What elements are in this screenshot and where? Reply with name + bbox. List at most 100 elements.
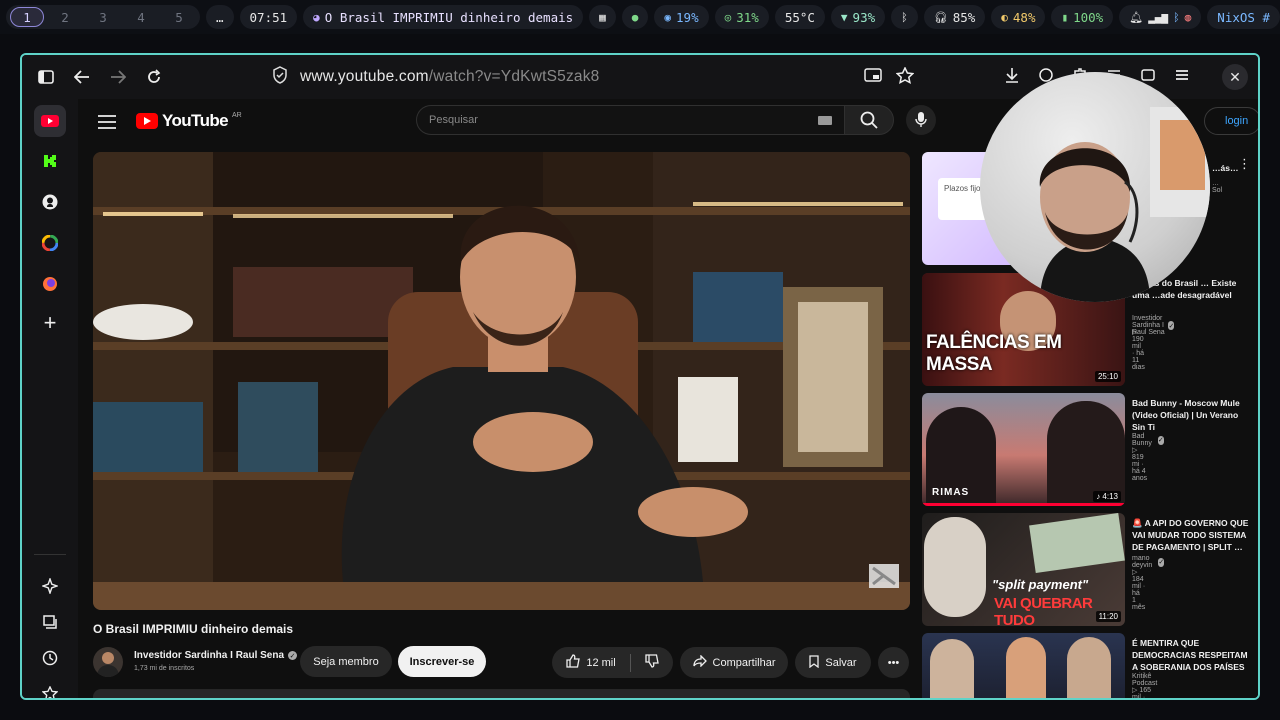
keyboard-icon[interactable] xyxy=(818,115,832,125)
screen-icon-pill[interactable]: ▦ xyxy=(589,5,616,29)
recommendation-channel[interactable]: Bad Bunny ✓ xyxy=(1132,433,1164,447)
leaf-icon: ● xyxy=(631,10,639,24)
recommendation-title[interactable]: É MENTIRA QUE DEMOCRACIAS RESPEITAM A SO… xyxy=(1132,637,1250,673)
workspace-3[interactable]: 3 xyxy=(86,7,120,27)
ram-usage: ◎ 31% xyxy=(714,5,769,29)
cpu-value: 19% xyxy=(676,9,699,25)
subscriber-count: 1,73 mi de inscritos xyxy=(134,665,195,672)
shield-icon[interactable] xyxy=(272,65,288,89)
hamburger-menu-icon[interactable] xyxy=(1174,67,1190,88)
kick-icon[interactable] xyxy=(34,145,66,177)
signal-icon[interactable]: ▂▄▆ xyxy=(1148,11,1168,24)
thumbnail-text: Plazos fijo xyxy=(944,184,981,193)
description-box[interactable] xyxy=(93,689,910,698)
recommendation-channel[interactable]: Kritikê Podcast xyxy=(1132,673,1157,687)
webcam-feed xyxy=(1039,107,1210,302)
headphones-volume[interactable]: 🎧︎ 85% xyxy=(923,5,986,29)
battery-icon: ▮ xyxy=(1061,10,1069,24)
clock-history-icon[interactable] xyxy=(34,642,66,674)
firefox-icon[interactable] xyxy=(34,268,66,300)
close-window-icon[interactable]: ✕ xyxy=(1222,64,1248,90)
battery: ▮ 100% xyxy=(1051,5,1114,29)
media-player[interactable]: ◕ O Brasil IMPRIMIU dinheiro demais xyxy=(303,5,584,29)
youtube-logo[interactable]: YouTube AR xyxy=(136,111,242,131)
brightness-value: 48% xyxy=(1012,9,1036,25)
kebab-menu-icon[interactable]: ⋮ xyxy=(1238,156,1251,172)
share-icon xyxy=(692,654,707,670)
channel-name[interactable]: Investidor Sardinha I Raul Sena ✓ xyxy=(134,650,298,661)
bell-icon[interactable]: 🔔︎ xyxy=(1129,11,1143,24)
recommendation-channel[interactable]: …Sol xyxy=(1212,180,1222,194)
channel-avatar[interactable] xyxy=(93,647,123,677)
url-text[interactable]: www.youtube.com/watch?v=YdKwtS5zak8 xyxy=(300,68,600,86)
save-button[interactable]: Salvar xyxy=(795,647,871,678)
google-icon[interactable] xyxy=(34,227,66,259)
back-icon[interactable] xyxy=(64,59,100,95)
ai-sparkle-icon[interactable] xyxy=(34,570,66,602)
workspace-5[interactable]: 5 xyxy=(162,7,196,27)
thumbs-up-icon[interactable] xyxy=(566,654,581,671)
add-panel-icon[interactable]: + xyxy=(34,307,66,339)
recommendation-title[interactable]: 🚨 A API DO GOVERNO QUE VAI MUDAR TODO SI… xyxy=(1132,517,1250,553)
workspace-2[interactable]: 2 xyxy=(48,7,82,27)
github-icon[interactable] xyxy=(34,186,66,218)
join-button-label: Seja membro xyxy=(313,655,379,668)
recommendation-title[interactable]: Bad Bunny - Moscow Mule (Video Oficial) … xyxy=(1132,397,1250,433)
save-button-label: Salvar xyxy=(825,656,857,669)
join-button[interactable]: Seja membro xyxy=(300,646,392,677)
cpu-usage: ◉ 19% xyxy=(654,5,709,29)
video-duration: 11:20 xyxy=(1095,611,1121,622)
forward-icon[interactable] xyxy=(100,59,136,95)
clock: 07:51 xyxy=(239,5,298,29)
leaf-icon-pill[interactable]: ● xyxy=(621,5,649,29)
share-button-label: Compartilhar xyxy=(712,656,776,669)
temperature: 55°C xyxy=(774,5,825,29)
video-thumbnail[interactable]: "split payment" VAI QUEBRAR TUDO 11:20 xyxy=(922,513,1125,626)
wifi-status[interactable]: ▼ 93% xyxy=(830,5,886,29)
video-thumbnail[interactable]: RIMAS ♪ 4:13 xyxy=(922,393,1125,506)
thumbs-down-icon[interactable] xyxy=(645,654,659,671)
video-duration: ♪ 4:13 xyxy=(1093,491,1121,502)
star-icon[interactable] xyxy=(895,66,915,90)
youtube-wordmark: YouTube xyxy=(162,111,229,130)
sidebar-divider xyxy=(34,554,66,555)
share-button[interactable]: Compartilhar xyxy=(680,647,788,678)
webcam-overlay[interactable] xyxy=(980,72,1210,302)
sidebar-toggle-icon[interactable] xyxy=(28,59,64,95)
more-workspaces[interactable]: … xyxy=(206,5,234,29)
wifi-icon: ▼ xyxy=(840,10,848,24)
history-panel-icon[interactable] xyxy=(34,606,66,638)
bluetooth-status[interactable]: ᛒ xyxy=(891,5,918,29)
reload-icon[interactable] xyxy=(136,59,172,95)
voice-search-button[interactable] xyxy=(906,105,936,135)
search-box: Pesquisar xyxy=(416,105,894,135)
download-icon[interactable] xyxy=(1004,67,1020,88)
guide-menu-icon[interactable] xyxy=(98,112,116,135)
like-count[interactable]: 12 mil xyxy=(586,657,615,669)
search-icon xyxy=(860,111,878,129)
chrome-tray-icon[interactable]: ◍ xyxy=(1185,11,1192,24)
video-thumbnail[interactable] xyxy=(922,633,1125,698)
subscribe-button[interactable]: Inscrever-se xyxy=(398,646,486,677)
recommendation-channel[interactable]: mano deyvin ✓ xyxy=(1132,555,1165,569)
workspace-4[interactable]: 4 xyxy=(124,7,158,27)
os-label: NixOS # xyxy=(1207,5,1280,29)
search-input[interactable]: Pesquisar xyxy=(416,105,844,135)
pip-icon[interactable] xyxy=(864,67,882,90)
search-button[interactable] xyxy=(844,105,894,135)
recommendation-meta: ▷ 819 mi · há 4 anos xyxy=(1132,446,1147,482)
browser-sidebar: + xyxy=(22,99,78,698)
workspace-switcher: 1 2 3 4 5 xyxy=(6,5,200,29)
bluetooth-tray-icon[interactable]: ᛒ xyxy=(1173,11,1180,24)
login-button[interactable]: login xyxy=(1204,107,1258,135)
workspace-1[interactable]: 1 xyxy=(10,7,44,27)
more-actions-icon[interactable]: ••• xyxy=(878,647,909,678)
meta-text: 190 mil · há 11 dias xyxy=(1132,336,1145,371)
brightness[interactable]: ◐ 48% xyxy=(991,5,1046,29)
address-bar[interactable]: www.youtube.com/watch?v=YdKwtS5zak8 xyxy=(272,61,922,93)
youtube-tab-icon[interactable] xyxy=(34,105,66,137)
battery-value: 100% xyxy=(1073,9,1104,25)
video-player[interactable] xyxy=(93,152,910,610)
bookmarks-star-icon[interactable] xyxy=(34,678,66,698)
verified-icon: ✓ xyxy=(1158,557,1165,567)
